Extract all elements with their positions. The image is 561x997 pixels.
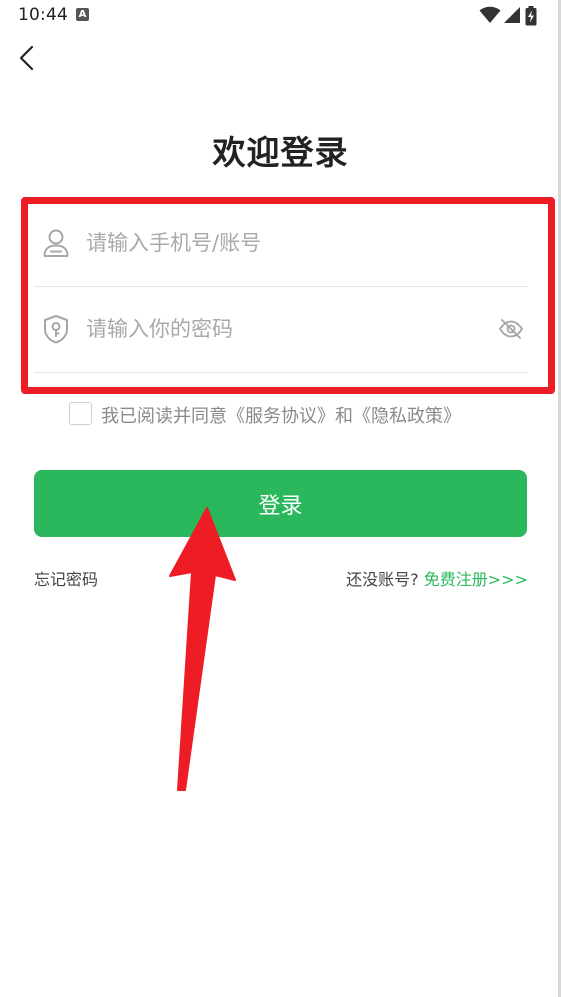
user-icon (43, 229, 69, 257)
signal-icon (504, 7, 520, 23)
phone-input[interactable] (86, 224, 486, 262)
status-time: 10:44 (18, 5, 68, 25)
no-account-prompt: 还没账号? (346, 570, 419, 589)
battery-icon (525, 6, 537, 26)
agreement-checkbox[interactable] (69, 402, 92, 425)
back-button[interactable] (12, 42, 44, 74)
login-screen: 10:44 A 欢迎登录 请输入手机号/账号 我已阅读并同意《服务协议》和《隐私… (0, 0, 561, 997)
login-button[interactable]: 登录 (34, 470, 527, 537)
wifi-icon (479, 6, 501, 23)
password-input[interactable] (86, 310, 486, 348)
a-icon: A (76, 8, 89, 21)
chevron-left-icon (19, 45, 34, 71)
register-link[interactable]: 免费注册>>> (424, 570, 528, 589)
agreement-text[interactable]: 我已阅读并同意《服务协议》和《隐私政策》 (101, 402, 461, 428)
eye-hidden-icon[interactable] (498, 316, 524, 342)
page-title: 欢迎登录 (212, 133, 349, 172)
status-bar: 10:44 A (0, 0, 561, 34)
shield-key-icon (44, 315, 68, 344)
forgot-password-link[interactable]: 忘记密码 (34, 566, 98, 590)
phone-field (34, 200, 528, 287)
status-icons (479, 6, 545, 26)
password-field (34, 286, 528, 373)
login-form (34, 200, 528, 375)
register-area: 还没账号? 免费注册>>> (346, 566, 528, 590)
